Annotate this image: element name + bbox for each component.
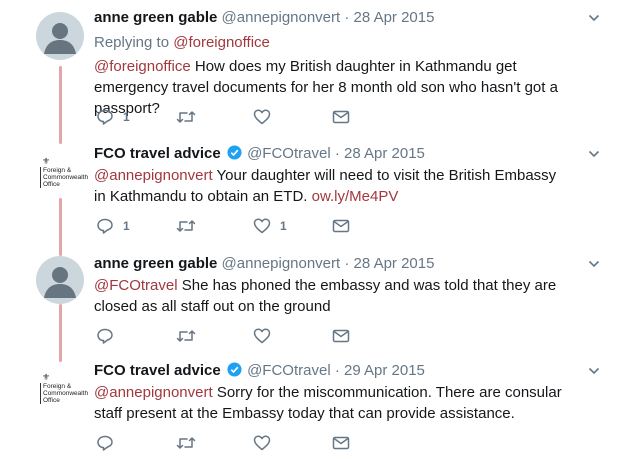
like-button[interactable]: 1 xyxy=(253,217,287,235)
author-name[interactable]: anne green gable xyxy=(94,9,217,26)
like-button[interactable] xyxy=(253,434,280,452)
heart-icon xyxy=(253,435,271,451)
mention-link[interactable]: @foreignoffice xyxy=(94,58,191,75)
reply-button[interactable]: 1 xyxy=(96,217,130,235)
tweet-link[interactable]: ow.ly/Me4PV xyxy=(312,188,399,205)
heart-icon xyxy=(253,218,271,234)
mention-link[interactable]: @annepignonvert xyxy=(94,384,213,401)
org-logo-text: Foreign & Commonwealth Office xyxy=(40,167,88,188)
retweet-button[interactable] xyxy=(176,108,196,126)
tweet-date[interactable]: 29 Apr 2015 xyxy=(344,362,425,379)
direct-message-button[interactable] xyxy=(332,434,350,452)
tweet-date[interactable]: 28 Apr 2015 xyxy=(354,9,435,26)
avatar[interactable] xyxy=(36,12,84,60)
tweet-header: FCO travel advice @FCOtravel · 29 Apr 20… xyxy=(94,361,425,381)
envelope-icon xyxy=(332,110,350,124)
retweet-button[interactable] xyxy=(176,434,196,452)
tweet-text: @annepignonvert Sorry for the miscommuni… xyxy=(94,382,564,424)
envelope-icon xyxy=(332,329,350,343)
tweet[interactable]: anne green gable @annepignonvert · 28 Ap… xyxy=(0,0,630,140)
reply-button[interactable] xyxy=(96,327,123,345)
author-handle[interactable]: @annepignonvert xyxy=(222,9,341,26)
author-handle[interactable]: @annepignonvert xyxy=(222,255,341,272)
chevron-down-icon[interactable] xyxy=(588,258,600,270)
default-avatar-icon xyxy=(44,23,76,54)
replying-to: Replying to @foreignoffice xyxy=(94,33,270,53)
tweet-text: @annepignonvert Your daughter will need … xyxy=(94,165,564,207)
tweet-date[interactable]: 28 Apr 2015 xyxy=(354,255,435,272)
avatar[interactable] xyxy=(36,256,84,304)
org-logo-text: Foreign & Commonwealth Office xyxy=(40,383,88,404)
tweet[interactable]: ⚜ Foreign & Commonwealth Office FCO trav… xyxy=(0,360,630,459)
direct-message-button[interactable] xyxy=(332,108,350,126)
retweet-button[interactable] xyxy=(176,327,196,345)
tweet-header: anne green gable @annepignonvert · 28 Ap… xyxy=(94,8,434,28)
envelope-icon xyxy=(332,219,350,233)
like-button[interactable] xyxy=(253,327,280,345)
tweet-header: FCO travel advice @FCOtravel · 28 Apr 20… xyxy=(94,144,425,164)
separator-dot: · xyxy=(334,362,340,379)
author-handle[interactable]: @FCOtravel xyxy=(247,145,331,162)
retweet-icon xyxy=(176,220,196,232)
reply-count: 1 xyxy=(123,110,130,124)
tweet-actions: 1 1 xyxy=(96,217,396,235)
replying-to-label: Replying to xyxy=(94,34,170,51)
author-name[interactable]: anne green gable xyxy=(94,255,217,272)
like-button[interactable] xyxy=(253,108,280,126)
direct-message-button[interactable] xyxy=(332,327,350,345)
envelope-icon xyxy=(332,436,350,450)
tweet-header: anne green gable @annepignonvert · 28 Ap… xyxy=(94,254,434,274)
retweet-icon xyxy=(176,437,196,449)
default-avatar-icon xyxy=(44,267,76,298)
reply-icon xyxy=(97,218,113,234)
author-name[interactable]: FCO travel advice xyxy=(94,362,221,379)
heart-icon xyxy=(253,328,271,344)
reply-icon xyxy=(97,109,113,125)
like-count: 1 xyxy=(280,219,287,233)
avatar[interactable]: ⚜ Foreign & Commonwealth Office xyxy=(40,156,88,196)
separator-dot: · xyxy=(344,9,350,26)
tweet-text: @FCOtravel She has phoned the embassy an… xyxy=(94,275,564,317)
retweet-button[interactable] xyxy=(176,217,196,235)
author-handle[interactable]: @FCOtravel xyxy=(247,362,331,379)
mention-link[interactable]: @annepignonvert xyxy=(94,167,213,184)
tweet-actions xyxy=(96,327,396,345)
royal-crest-icon: ⚜ xyxy=(42,372,51,382)
chevron-down-icon[interactable] xyxy=(588,365,600,377)
chevron-down-icon[interactable] xyxy=(588,148,600,160)
tweet[interactable]: ⚜ Foreign & Commonwealth Office FCO trav… xyxy=(0,140,630,252)
tweet[interactable]: anne green gable @annepignonvert · 28 Ap… xyxy=(0,252,630,360)
separator-dot: · xyxy=(334,145,340,162)
tweet-actions: 1 xyxy=(96,108,396,126)
tweet-date[interactable]: 28 Apr 2015 xyxy=(344,145,425,162)
separator-dot: · xyxy=(344,255,350,272)
replying-to-mention[interactable]: @foreignoffice xyxy=(173,34,270,51)
verified-badge-icon xyxy=(227,145,242,160)
mention-link[interactable]: @FCOtravel xyxy=(94,277,178,294)
author-name[interactable]: FCO travel advice xyxy=(94,145,221,162)
reply-button[interactable] xyxy=(96,434,123,452)
direct-message-button[interactable] xyxy=(332,217,350,235)
heart-icon xyxy=(253,109,271,125)
reply-icon xyxy=(97,328,113,344)
chevron-down-icon[interactable] xyxy=(588,12,600,24)
reply-button[interactable]: 1 xyxy=(96,108,130,126)
retweet-icon xyxy=(176,111,196,123)
royal-crest-icon: ⚜ xyxy=(42,156,51,166)
tweet-actions xyxy=(96,434,396,452)
avatar[interactable]: ⚜ Foreign & Commonwealth Office xyxy=(40,372,88,412)
verified-badge-icon xyxy=(227,362,242,377)
reply-icon xyxy=(97,435,113,451)
retweet-icon xyxy=(176,330,196,342)
reply-count: 1 xyxy=(123,219,130,233)
